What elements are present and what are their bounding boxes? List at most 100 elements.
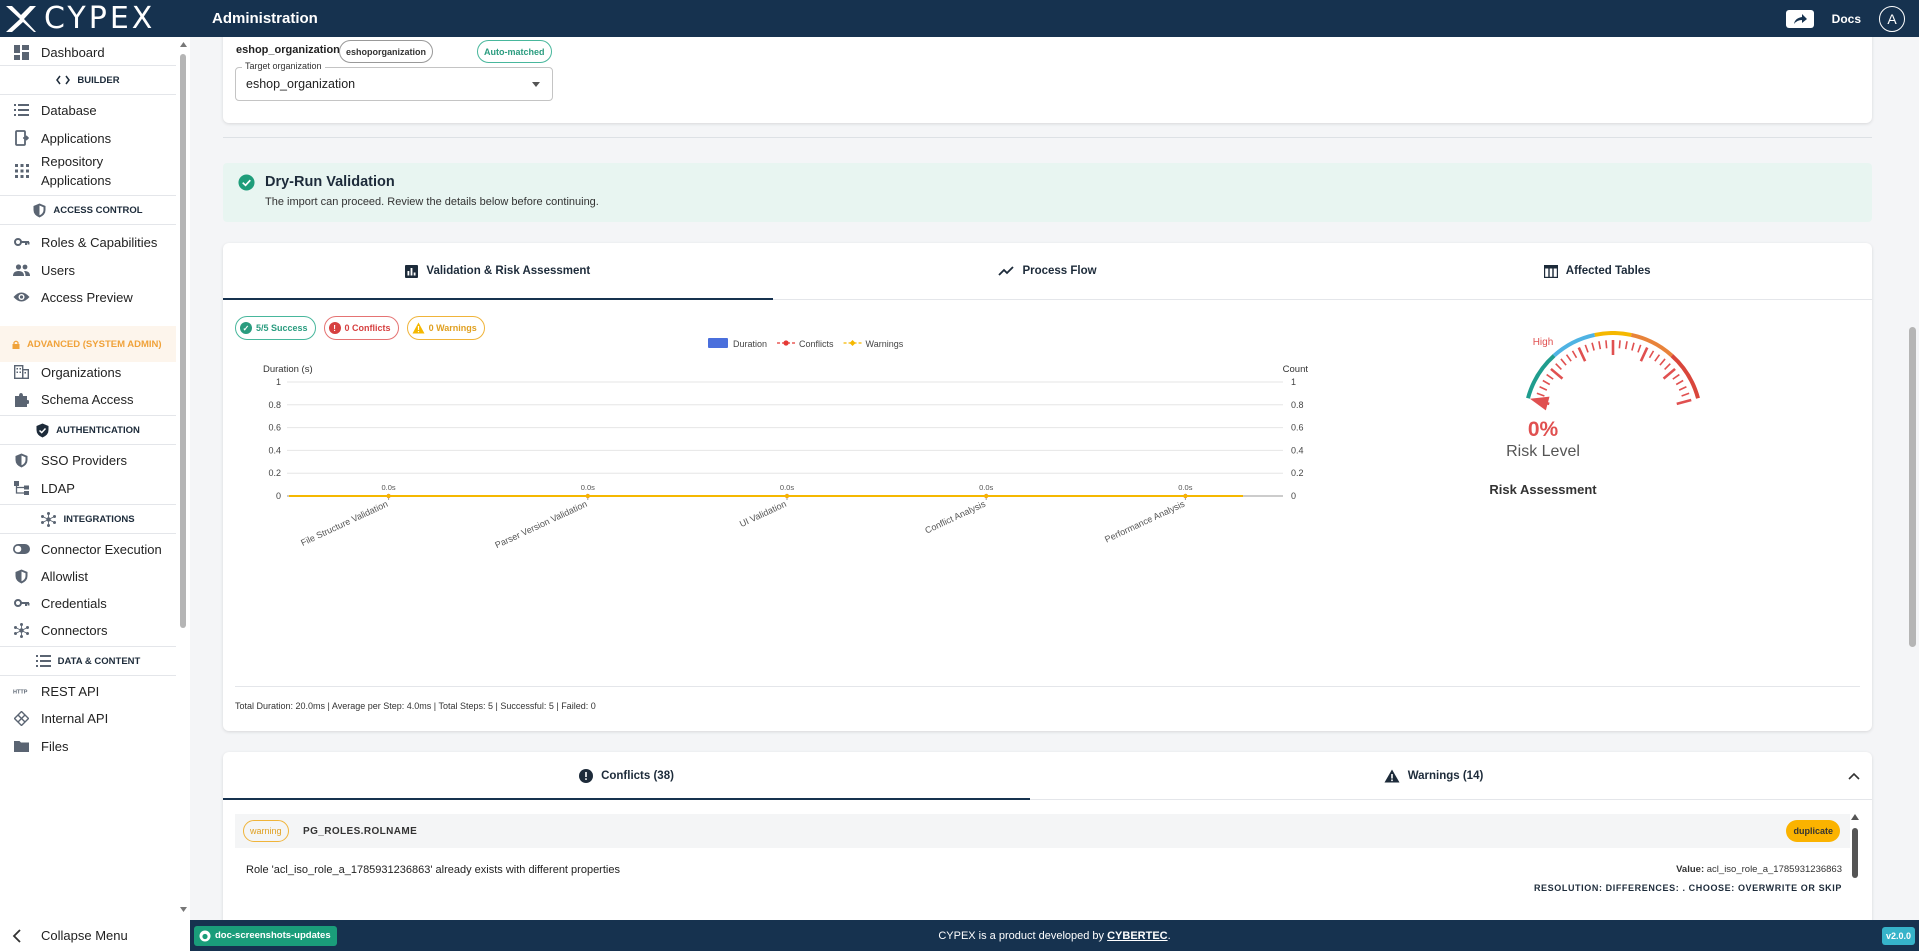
- error-icon: [579, 768, 594, 783]
- chevron-up-icon[interactable]: [1848, 770, 1860, 782]
- gauge-tick: [1536, 392, 1545, 397]
- data-label: 0.0s: [979, 483, 993, 492]
- sidebar-item-roles-capabilities[interactable]: Roles & Capabilities: [0, 227, 176, 257]
- y2-tick-label: 0.4: [1291, 445, 1304, 455]
- conflicts-label: 0 Conflicts: [344, 323, 391, 333]
- source-organization-name: eshop_organization: [236, 44, 340, 56]
- folder-icon: [13, 738, 30, 755]
- sidebar-item-files[interactable]: Files: [0, 731, 176, 761]
- tab-label: Process Flow: [1022, 265, 1097, 277]
- sidebar-item-dashboard[interactable]: Dashboard: [0, 37, 176, 67]
- sidebar-item-label: Allowlist: [41, 568, 88, 584]
- sidebar-item-internal-api[interactable]: Internal API: [0, 703, 176, 733]
- conflicts-card: Conflicts (38) Warnings (14) warning PG_…: [223, 752, 1872, 920]
- sidebar-scrollbar[interactable]: [179, 42, 187, 912]
- sidebar-item-label: Files: [41, 738, 69, 754]
- tab-warnings[interactable]: Warnings (14): [1030, 752, 1837, 799]
- sidebar-item-connectors[interactable]: Connectors: [0, 615, 176, 645]
- footer: doc-screenshots-updates CYPEX is a produ…: [190, 920, 1919, 951]
- sidebar-item-users[interactable]: Users: [0, 255, 176, 285]
- tab-label: Conflicts (38): [601, 769, 674, 782]
- sidebar-item-label: Applications: [41, 130, 112, 146]
- http-icon: HTTP: [13, 683, 30, 700]
- gauge-tick: [1565, 354, 1572, 362]
- x-tick-label: Conflict Analysis: [923, 499, 987, 536]
- sidebar-item-label: Access Preview: [41, 289, 133, 305]
- sidebar-item-repository-applications[interactable]: Repository Applications: [0, 150, 176, 192]
- gauge-percent: 0%: [1527, 418, 1559, 441]
- organization-card: eshop_organization eshoporganization Aut…: [223, 37, 1872, 123]
- sidebar-item-credentials[interactable]: Credentials: [0, 588, 176, 618]
- auto-matched-chip: Auto-matched: [477, 40, 552, 63]
- grid-icon: [13, 163, 30, 180]
- gauge-tick: [1672, 373, 1680, 380]
- tab-process-flow[interactable]: Process Flow: [773, 243, 1323, 299]
- version-badge: v2.0.0: [1881, 926, 1915, 945]
- cybertec-link[interactable]: CYBERTEC: [1107, 930, 1168, 942]
- target-organization-select[interactable]: Target organization eshop_organization: [235, 61, 553, 101]
- user-avatar[interactable]: A: [1879, 5, 1905, 32]
- scroll-up-icon: [1851, 814, 1859, 820]
- footer-credit: CYPEX is a product developed by CYBERTEC…: [190, 930, 1919, 942]
- conflicts-scrollbar[interactable]: [1850, 814, 1860, 894]
- tab-validation-risk[interactable]: Validation & Risk Assessment: [223, 243, 773, 300]
- data-label: 0.0s: [382, 483, 396, 492]
- collapse-menu-button[interactable]: Collapse Menu: [0, 920, 190, 951]
- alert-title: Dry-Run Validation: [265, 174, 395, 190]
- logo-text: CYPEX: [44, 1, 156, 36]
- sidebar: Dashboard BUILDER Database Applications Repo…: [0, 37, 190, 920]
- docs-link[interactable]: Docs: [1832, 12, 1861, 26]
- sidebar-item-organizations[interactable]: Organizations: [0, 357, 176, 387]
- tab-conflicts[interactable]: Conflicts (38): [223, 752, 1030, 800]
- main-scrollbar[interactable]: [1905, 37, 1919, 920]
- sidebar-section-label: INTEGRATIONS: [63, 513, 135, 525]
- gauge-arc-segment: [1594, 331, 1632, 337]
- shield-icon: [33, 203, 46, 218]
- cypex-logo-icon: [6, 5, 36, 32]
- sidebar-section-label: DATA & CONTENT: [57, 655, 141, 667]
- sidebar-item-label: Roles & Capabilities: [41, 234, 158, 250]
- tab-label: Warnings (14): [1407, 769, 1484, 782]
- top-app-bar: CYPEX Administration Docs A: [0, 0, 1919, 37]
- list-icon: [35, 655, 51, 667]
- cypex-logo[interactable]: CYPEX: [0, 0, 195, 37]
- point-warnings: [386, 493, 392, 499]
- key-icon: [13, 595, 30, 612]
- sidebar-item-schema-access[interactable]: Schema Access: [0, 384, 176, 414]
- shield-icon: [13, 452, 30, 469]
- y-tick-label: 0.8: [268, 400, 281, 410]
- share-icon: [1793, 13, 1807, 24]
- sidebar-item-label: Repository Applications: [41, 154, 112, 188]
- lock-icon: [12, 340, 20, 349]
- validation-tabs: Validation & Risk Assessment Process Flo…: [223, 243, 1872, 300]
- gauge-tick: [1648, 350, 1655, 359]
- table-icon: [1543, 264, 1558, 278]
- scrollbar-thumb[interactable]: [1852, 828, 1858, 878]
- sidebar-item-ldap[interactable]: LDAP: [0, 473, 176, 503]
- sidebar-item-access-preview[interactable]: Access Preview: [0, 282, 176, 312]
- scrollbar-thumb[interactable]: [180, 54, 186, 628]
- sidebar-item-rest-api[interactable]: HTTP REST API: [0, 676, 176, 706]
- svg-text:HTTP: HTTP: [13, 690, 28, 695]
- sidebar-item-applications[interactable]: Applications: [0, 123, 176, 153]
- gauge-tick: [1659, 358, 1666, 366]
- tab-affected-tables[interactable]: Affected Tables: [1322, 243, 1872, 299]
- toggle-icon: [13, 541, 30, 558]
- sidebar-item-connector-execution[interactable]: Connector Execution: [0, 534, 176, 564]
- trending-icon: [998, 266, 1015, 276]
- sidebar-item-sso-providers[interactable]: SSO Providers: [0, 445, 176, 475]
- share-button[interactable]: [1785, 9, 1814, 28]
- risk-assessment-title: Risk Assessment: [1489, 482, 1597, 497]
- eye-icon: [13, 289, 30, 306]
- branch-badge[interactable]: doc-screenshots-updates: [194, 925, 337, 946]
- scrollbar-thumb[interactable]: [1909, 327, 1916, 647]
- bar-chart-icon: [405, 264, 419, 278]
- success-label: 5/5 Success: [256, 323, 308, 333]
- sidebar-item-database[interactable]: Database: [0, 95, 176, 125]
- target-organization-value: eshop_organization: [246, 77, 356, 91]
- sidebar-item-allowlist[interactable]: Allowlist: [0, 561, 176, 591]
- sidebar-item-label: Connector Execution: [41, 541, 162, 557]
- conflict-row[interactable]: warning PG_ROLES.ROLNAME duplicate: [235, 814, 1850, 848]
- error-icon: !: [328, 322, 341, 334]
- gauge-tick: [1675, 379, 1684, 386]
